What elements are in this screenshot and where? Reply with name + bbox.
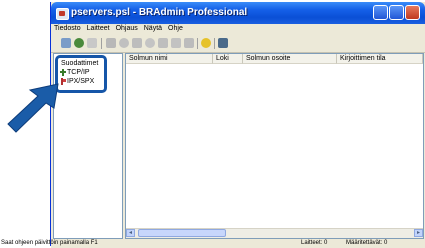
monitor-icon[interactable] xyxy=(218,38,228,48)
device-list[interactable]: Solmun nimi Loki Solmun osoite Kirjoitti… xyxy=(125,53,424,239)
filters-title[interactable]: Suodattimet xyxy=(61,60,98,67)
toolbar xyxy=(51,35,425,53)
menu-bar: Tiedosto Laitteet Ohjaus Näytä Ohje xyxy=(51,24,425,35)
menu-devices[interactable]: Laitteet xyxy=(84,24,113,32)
scroll-right-icon[interactable]: ▸ xyxy=(414,229,423,237)
toolbar-separator xyxy=(197,38,198,49)
menu-help[interactable]: Ohje xyxy=(165,24,186,32)
status-configured: Määritettävät: 0 xyxy=(346,240,388,246)
status-devices: Laitteet: 0 xyxy=(301,240,328,246)
menu-view[interactable]: Näytä xyxy=(141,24,165,32)
status-bar: Saat ohjeen päivittöin painamalla F1 Lai… xyxy=(1,240,425,248)
status-hint: Saat ohjeen päivittöin painamalla F1 xyxy=(1,240,98,246)
filter-label-tcpip: TCP/IP xyxy=(67,69,90,76)
window-title: pservers.psl - BRAdmin Professional xyxy=(71,7,248,18)
print-queue-icon[interactable] xyxy=(184,38,194,48)
close-button[interactable] xyxy=(405,5,420,20)
title-bar[interactable]: pservers.psl - BRAdmin Professional xyxy=(51,2,425,24)
send-icon[interactable] xyxy=(158,38,168,48)
scroll-thumb[interactable] xyxy=(138,229,226,237)
search-icon[interactable] xyxy=(61,38,71,48)
device-icon[interactable] xyxy=(106,38,116,48)
menu-file[interactable]: Tiedosto xyxy=(51,24,84,32)
column-node-address[interactable]: Solmun osoite xyxy=(243,54,337,64)
settings-icon[interactable] xyxy=(119,38,129,48)
maximize-button[interactable] xyxy=(389,5,404,20)
horizontal-scrollbar[interactable]: ◂ ▸ xyxy=(126,228,423,238)
refresh-icon[interactable] xyxy=(74,38,84,48)
toolbar-separator xyxy=(101,38,102,49)
tcpip-icon xyxy=(60,69,66,76)
filter-item-tcpip[interactable]: TCP/IP xyxy=(60,69,90,76)
print-icon[interactable] xyxy=(87,38,97,48)
menu-control[interactable]: Ohjaus xyxy=(113,24,141,32)
pointer-arrow-icon xyxy=(7,83,59,133)
toolbar-separator xyxy=(214,38,215,49)
column-log[interactable]: Loki xyxy=(213,54,243,64)
scroll-left-icon[interactable]: ◂ xyxy=(126,229,135,237)
app-window: pservers.psl - BRAdmin Professional Tied… xyxy=(1,2,425,248)
help-icon[interactable] xyxy=(201,38,211,48)
minimize-button[interactable] xyxy=(373,5,388,20)
table-icon[interactable] xyxy=(171,38,181,48)
column-printer-status[interactable]: Kirjoittimen tila xyxy=(337,54,423,64)
app-icon xyxy=(56,8,69,20)
network-icon[interactable] xyxy=(145,38,155,48)
column-node-name[interactable]: Solmun nimi xyxy=(126,54,213,64)
sync-icon[interactable] xyxy=(132,38,142,48)
